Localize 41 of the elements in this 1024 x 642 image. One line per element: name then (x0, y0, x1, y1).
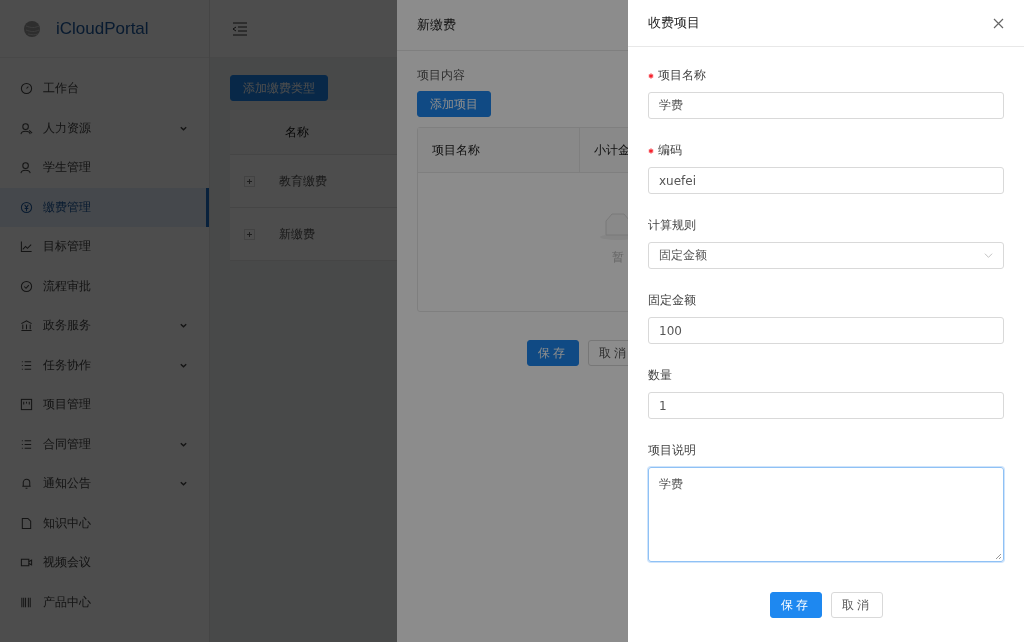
menu-icon[interactable] (232, 21, 248, 36)
menu-item-icon (20, 82, 33, 96)
field-label: 计算规则 (648, 217, 696, 234)
field-label: 项目名称 (658, 67, 706, 84)
menu-item-icon (20, 121, 33, 135)
save-button[interactable]: 保存 (769, 592, 822, 618)
menu-item-icon (20, 358, 33, 372)
field-label: 数量 (648, 367, 672, 384)
drawer-title: 新缴费 (417, 16, 456, 34)
menu-item-icon (20, 240, 33, 254)
save-button[interactable]: 保存 (527, 340, 579, 366)
app-logo: iCloudPortal (56, 18, 149, 39)
input-field[interactable]: 1 (648, 392, 1004, 419)
field-label: 固定金额 (648, 292, 696, 309)
chevron-icon (984, 251, 993, 260)
column-header: 项目名称 (418, 128, 580, 172)
resize-handle-icon[interactable] (995, 553, 1002, 560)
menu-item-icon (20, 200, 33, 214)
close-icon[interactable] (993, 17, 1004, 29)
field-label: 项目说明 (648, 442, 696, 459)
column-header: 名称 (285, 123, 309, 141)
cancel-button[interactable]: 取消 (830, 592, 883, 618)
select-field[interactable]: 固定金额 (648, 242, 1004, 269)
input-field[interactable]: 学费 (648, 92, 1004, 119)
section-label: 项目内容 (417, 67, 465, 84)
menu-item-icon (20, 516, 33, 530)
drawer-title: 收费项目 (648, 14, 700, 32)
field-label: 编码 (658, 142, 682, 159)
menu-item-icon (20, 279, 33, 293)
menu-item-icon (20, 319, 33, 333)
menu-item-icon (20, 477, 33, 491)
menu-item-icon (20, 437, 33, 451)
expand-icon[interactable] (244, 228, 255, 240)
menu-item-icon (20, 161, 33, 175)
input-field[interactable]: xuefei (648, 167, 1004, 194)
text-area[interactable]: 学费 (648, 467, 1004, 562)
menu-item-icon (20, 595, 33, 609)
menu-item-icon (20, 398, 33, 412)
input-field[interactable]: 100 (648, 317, 1004, 344)
expand-icon[interactable] (244, 175, 255, 187)
add-item-button[interactable]: 添加项目 (417, 91, 491, 117)
